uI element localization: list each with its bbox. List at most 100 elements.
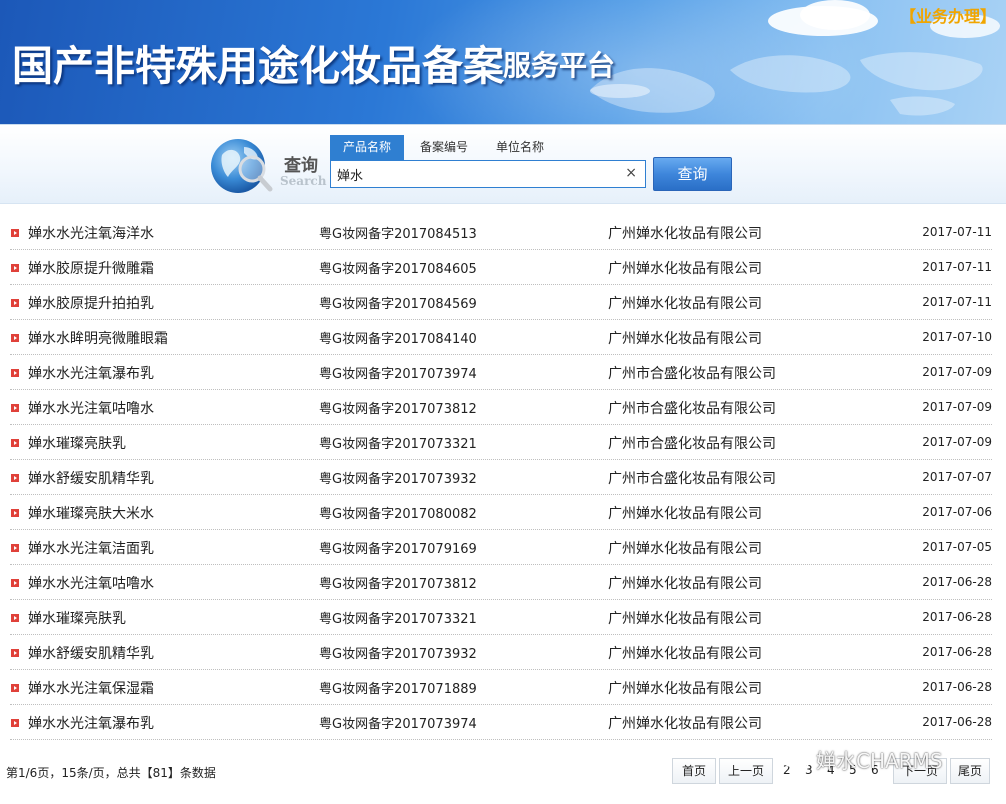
record-date: 2017-07-09 — [922, 365, 992, 379]
tab-company-name[interactable]: 单位名称 — [484, 135, 556, 160]
search-button[interactable]: 查询 — [653, 157, 732, 191]
bullet-arrow-icon — [11, 579, 19, 587]
bullet-arrow-icon — [11, 474, 19, 482]
business-link[interactable]: 【业务办理】 — [900, 3, 996, 27]
search-bar: 查询 Search 产品名称 备案编号 单位名称 × 查询 — [0, 124, 1006, 204]
globe-magnifier-icon — [211, 139, 273, 193]
record-date: 2017-07-05 — [922, 540, 992, 554]
record-number: 粤G妆网备字2017073932 — [319, 647, 477, 662]
company-name: 广州婵水化妆品有限公司 — [608, 611, 762, 627]
search-input[interactable] — [331, 161, 621, 187]
table-row[interactable]: 婵水水光注氧洁面乳 粤G妆网备字2017079169 广州婵水化妆品有限公司 2017… — [10, 530, 992, 565]
table-row[interactable]: 婵水水光注氧瀑布乳 粤G妆网备字2017073974 广州市合盛化妆品有限公司 201… — [10, 355, 992, 390]
company-name: 广州婵水化妆品有限公司 — [608, 296, 762, 312]
bullet-arrow-icon — [11, 509, 19, 517]
record-date: 2017-07-11 — [922, 225, 992, 239]
table-row[interactable]: 婵水水光注氧咕噜水 粤G妆网备字2017073812 广州婵水化妆品有限公司 2017… — [10, 565, 992, 600]
page-subtitle: 服务平台 — [503, 49, 616, 82]
product-name-link[interactable]: 婵水水光注氧洁面乳 — [28, 538, 154, 558]
product-name-link[interactable]: 婵水水光注氧咕噜水 — [28, 398, 154, 418]
product-name-link[interactable]: 婵水舒缓安肌精华乳 — [28, 643, 154, 663]
product-name-link[interactable]: 婵水水光注氧保湿霜 — [28, 678, 154, 698]
record-number: 粤G妆网备字2017073974 — [319, 367, 477, 382]
bullet-arrow-icon — [11, 264, 19, 272]
product-name-link[interactable]: 婵水舒缓安肌精华乳 — [28, 468, 154, 488]
record-number: 粤G妆网备字2017079169 — [319, 542, 477, 557]
clear-icon[interactable]: × — [625, 165, 637, 181]
table-row[interactable]: 婵水胶原提升拍拍乳 粤G妆网备字2017084569 广州婵水化妆品有限公司 2017… — [10, 285, 992, 320]
wechat-icon — [781, 748, 809, 770]
company-name: 广州婵水化妆品有限公司 — [608, 541, 762, 557]
page-title: 国产非特殊用途化妆品备案 — [12, 42, 504, 90]
search-label: 查询 — [284, 156, 318, 176]
product-name-link[interactable]: 婵水水光注氧咕噜水 — [28, 573, 154, 593]
prev-page-button[interactable]: 上一页 — [719, 758, 773, 784]
record-date: 2017-07-09 — [922, 400, 992, 414]
table-row[interactable]: 婵水璀璨亮肤乳 粤G妆网备字2017073321 广州市合盛化妆品有限公司 2017-… — [10, 425, 992, 460]
bullet-arrow-icon — [11, 544, 19, 552]
bullet-arrow-icon — [11, 614, 19, 622]
table-row[interactable]: 婵水水光注氧海洋水 粤G妆网备字2017084513 广州婵水化妆品有限公司 2017… — [10, 215, 992, 250]
record-number: 粤G妆网备字2017071889 — [319, 682, 477, 697]
company-name: 广州婵水化妆品有限公司 — [608, 681, 762, 697]
tab-record-number[interactable]: 备案编号 — [408, 135, 480, 160]
record-date: 2017-07-09 — [922, 435, 992, 449]
watermark: 婵水CHARMS — [780, 745, 943, 775]
results-list: 婵水水光注氧海洋水 粤G妆网备字2017084513 广州婵水化妆品有限公司 2017… — [0, 215, 1006, 740]
bullet-arrow-icon — [11, 369, 19, 377]
product-name-link[interactable]: 婵水水光注氧海洋水 — [28, 223, 154, 243]
product-name-link[interactable]: 婵水水光注氧瀑布乳 — [28, 363, 154, 383]
product-name-link[interactable]: 婵水胶原提升微雕霜 — [28, 258, 154, 278]
record-number: 粤G妆网备字2017084569 — [319, 297, 477, 312]
record-date: 2017-07-11 — [922, 295, 992, 309]
record-number: 粤G妆网备字2017073812 — [319, 577, 477, 592]
table-row[interactable]: 婵水水光注氧咕噜水 粤G妆网备字2017073812 广州市合盛化妆品有限公司 201… — [10, 390, 992, 425]
company-name: 广州市合盛化妆品有限公司 — [608, 366, 776, 382]
record-number: 粤G妆网备字2017084513 — [319, 227, 477, 242]
tab-product-name[interactable]: 产品名称 — [330, 135, 405, 160]
product-name-link[interactable]: 婵水胶原提升拍拍乳 — [28, 293, 154, 313]
company-name: 广州婵水化妆品有限公司 — [608, 576, 762, 592]
record-date: 2017-07-07 — [922, 470, 992, 484]
cloud-shape — [590, 84, 650, 98]
table-row[interactable]: 婵水胶原提升微雕霜 粤G妆网备字2017084605 广州婵水化妆品有限公司 2017… — [10, 250, 992, 285]
product-name-link[interactable]: 婵水璀璨亮肤大米水 — [28, 503, 154, 523]
bullet-arrow-icon — [11, 649, 19, 657]
table-row[interactable]: 婵水舒缓安肌精华乳 粤G妆网备字2017073932 广州婵水化妆品有限公司 2017… — [10, 635, 992, 670]
last-page-button[interactable]: 尾页 — [950, 758, 990, 784]
world-map-decoration — [590, 52, 983, 116]
table-row[interactable]: 婵水水光注氧保湿霜 粤G妆网备字2017071889 广州婵水化妆品有限公司 2017… — [10, 670, 992, 705]
record-number: 粤G妆网备字2017073974 — [319, 717, 477, 732]
record-date: 2017-06-28 — [922, 645, 992, 659]
table-row[interactable]: 婵水舒缓安肌精华乳 粤G妆网备字2017073932 广州市合盛化妆品有限公司 201… — [10, 460, 992, 495]
company-name: 广州婵水化妆品有限公司 — [608, 331, 762, 347]
company-name: 广州市合盛化妆品有限公司 — [608, 401, 776, 417]
watermark-text: 婵水CHARMS — [816, 749, 943, 773]
table-row[interactable]: 婵水水眸明亮微雕眼霜 粤G妆网备字2017084140 广州婵水化妆品有限公司 201… — [10, 320, 992, 355]
bullet-arrow-icon — [11, 684, 19, 692]
company-name: 广州婵水化妆品有限公司 — [608, 261, 762, 277]
record-date: 2017-06-28 — [922, 715, 992, 729]
first-page-button[interactable]: 首页 — [672, 758, 716, 784]
product-name-link[interactable]: 婵水璀璨亮肤乳 — [28, 608, 126, 628]
record-date: 2017-06-28 — [922, 610, 992, 624]
pagination-info: 第1/6页，15条/页，总共【81】条数据 — [6, 766, 216, 780]
table-row[interactable]: 婵水璀璨亮肤乳 粤G妆网备字2017073321 广州婵水化妆品有限公司 2017-0… — [10, 600, 992, 635]
record-date: 2017-07-11 — [922, 260, 992, 274]
table-row[interactable]: 婵水水光注氧瀑布乳 粤G妆网备字2017073974 广州婵水化妆品有限公司 2017… — [10, 705, 992, 740]
record-number: 粤G妆网备字2017084140 — [319, 332, 477, 347]
record-number: 粤G妆网备字2017073932 — [319, 472, 477, 487]
record-date: 2017-07-10 — [922, 330, 992, 344]
product-name-link[interactable]: 婵水水眸明亮微雕眼霜 — [28, 328, 168, 348]
company-name: 广州婵水化妆品有限公司 — [608, 716, 762, 732]
bullet-arrow-icon — [11, 229, 19, 237]
cloud-shape — [800, 0, 870, 30]
record-number: 粤G妆网备字2017073321 — [319, 437, 477, 452]
product-name-link[interactable]: 婵水水光注氧瀑布乳 — [28, 713, 154, 733]
product-name-link[interactable]: 婵水璀璨亮肤乳 — [28, 433, 126, 453]
bullet-arrow-icon — [11, 404, 19, 412]
table-row[interactable]: 婵水璀璨亮肤大米水 粤G妆网备字2017080082 广州婵水化妆品有限公司 2017… — [10, 495, 992, 530]
bullet-arrow-icon — [11, 334, 19, 342]
search-type-tabs: 产品名称 备案编号 单位名称 — [330, 135, 560, 160]
company-name: 广州市合盛化妆品有限公司 — [608, 471, 776, 487]
